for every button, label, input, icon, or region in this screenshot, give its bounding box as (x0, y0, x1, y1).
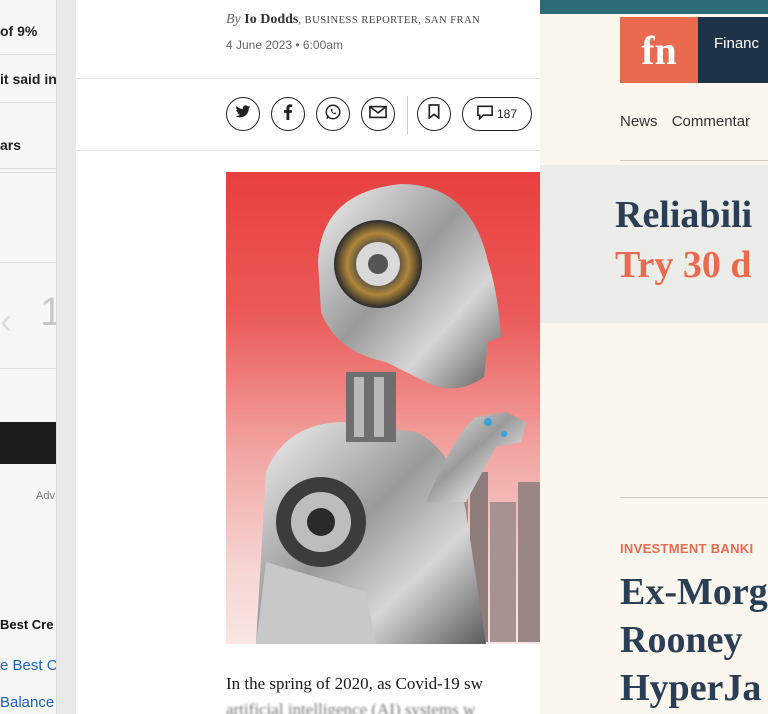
comment-icon (477, 105, 493, 123)
divider (620, 497, 768, 498)
ad-label: Adv (36, 490, 55, 502)
publish-date: 4 June 2023 • 6:00am (226, 38, 343, 52)
twitter-icon (235, 104, 251, 124)
promo-line-2: Try 30 d (615, 244, 752, 286)
nav-item-commentary[interactable]: Commentar (672, 113, 750, 130)
left-divider (0, 172, 56, 173)
left-divider (0, 368, 56, 369)
left-row-3: ars (0, 122, 56, 169)
share-divider (407, 96, 408, 134)
byline: By Io Dodds, BUSINESS REPORTER, SAN FRAN (226, 12, 480, 28)
comment-count: 187 (496, 107, 518, 121)
left-link-1[interactable]: e Best C (0, 657, 56, 674)
lead-paragraph-next-line: artificial intelligence (AI) systems w (226, 700, 476, 714)
nav-item-news[interactable]: News (620, 113, 658, 130)
email-share-button[interactable] (361, 97, 395, 131)
bookmark-icon (428, 104, 440, 124)
divider (620, 160, 768, 161)
robot-illustration (256, 184, 546, 644)
promo-line-1: Reliabili (615, 194, 753, 236)
left-row-2: it said in (0, 56, 56, 103)
comments-button[interactable]: 187 (462, 97, 532, 131)
story-headline[interactable]: Ex-Morg Rooney HyperJa (620, 568, 768, 712)
left-stat: 1 (40, 290, 56, 335)
left-bold-heading: Best Cre (0, 617, 54, 632)
author-role: , BUSINESS REPORTER, SAN FRAN (298, 15, 481, 26)
fn-logo[interactable]: fn (620, 17, 698, 83)
email-icon (369, 105, 387, 124)
byline-prefix: By (226, 12, 241, 27)
author-name[interactable]: Io Dodds (244, 12, 298, 27)
fn-browser-window: fn Financ News Commentar Reliabili Try 3… (540, 0, 768, 714)
site-nav: News Commentar (620, 113, 760, 130)
facebook-share-button[interactable] (271, 97, 305, 131)
facebook-icon (283, 103, 293, 125)
whatsapp-share-button[interactable] (316, 97, 350, 131)
whatsapp-icon (324, 103, 342, 126)
article-hero-image (226, 172, 546, 644)
brand-bar: Financ (698, 17, 768, 83)
left-divider (0, 262, 56, 263)
bookmark-button[interactable] (417, 97, 451, 131)
left-link-2[interactable]: Balance (0, 694, 54, 711)
section-kicker[interactable]: INVESTMENT BANKI (620, 541, 753, 556)
brand-name: Financ (714, 35, 760, 52)
divider (76, 78, 546, 79)
left-row-1: of 9% (0, 8, 56, 55)
left-stat-fragment: ‹ (0, 300, 12, 341)
headline-line-2: Rooney (620, 619, 743, 661)
left-black-banner (0, 422, 56, 464)
lead-paragraph: In the spring of 2020, as Covid-19 sw (226, 674, 483, 693)
divider (76, 150, 546, 151)
twitter-share-button[interactable] (226, 97, 260, 131)
headline-line-1: Ex-Morg (620, 571, 768, 613)
article-browser-window: By Io Dodds, BUSINESS REPORTER, SAN FRAN… (76, 0, 546, 714)
headline-line-3: HyperJa (620, 667, 762, 709)
left-browser-window: of 9% it said in ars 1 ‹ Adv Best Cre e … (0, 0, 57, 714)
window-top-bar (540, 0, 768, 14)
